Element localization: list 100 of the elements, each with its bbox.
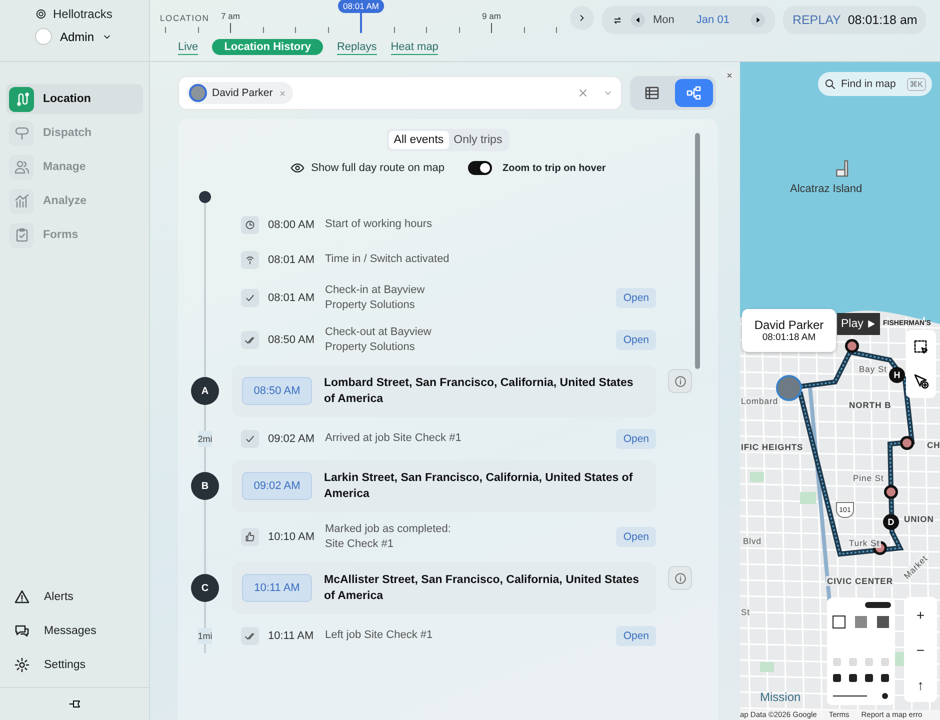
park-area (750, 472, 764, 482)
stop-card[interactable]: 10:11 AM McAllister Street, San Francisco, California, United States of America (232, 562, 656, 614)
people-filter-field[interactable]: David Parker (178, 76, 622, 110)
map-place-label: Lombard (740, 396, 780, 406)
event-time: 08:00 AM (268, 218, 316, 230)
scrollbar[interactable] (695, 133, 700, 369)
tree-icon (686, 85, 702, 101)
next-day-button[interactable] (751, 13, 766, 27)
nav-item[interactable]: Messages (14, 619, 149, 643)
select-area-button[interactable] (913, 339, 929, 355)
triangle-right-icon (754, 16, 762, 24)
map-search-field[interactable]: Find in map ⌘K (818, 72, 932, 96)
hour-label: 9 am (482, 11, 501, 21)
search-icon (824, 78, 836, 90)
nav-item[interactable]: Settings (14, 653, 149, 677)
check-icon (244, 292, 256, 304)
map-control-button[interactable]: ↑ (904, 667, 937, 702)
nav-item[interactable]: Alerts (14, 585, 149, 609)
timeline-scale[interactable]: LOCATION 7 am 08:01 AM 9 am (160, 0, 560, 36)
zoom-toggle[interactable] (468, 161, 492, 175)
map-place-label: IFIC HEIGHTS (740, 442, 804, 452)
event-time: 08:01 AM (268, 254, 316, 266)
map-place-label: Alcatraz Island (790, 183, 862, 195)
map[interactable] (740, 62, 940, 720)
filter-option[interactable]: Only trips (448, 131, 508, 149)
replay-time: 08:01:18 am (848, 13, 918, 27)
open-button[interactable]: Open (616, 330, 656, 350)
view-tab[interactable]: Live (178, 40, 198, 54)
stop-pin[interactable] (845, 339, 859, 353)
event-description: Start of working hours (325, 217, 432, 232)
signal-icon (244, 254, 256, 266)
stop-address: Larkin Street, San Francisco, California, United States of America (324, 471, 634, 502)
event-description: Marked job as completed: Site Check #1 (325, 522, 452, 552)
open-button[interactable]: Open (616, 288, 656, 308)
stop-marker: C (191, 574, 219, 602)
open-button[interactable]: Open (616, 428, 656, 448)
map-control-button[interactable]: − (904, 632, 937, 667)
open-button[interactable]: Open (616, 527, 656, 547)
layer-picker-drawing[interactable] (827, 598, 895, 705)
person-name: David Parker (212, 87, 273, 99)
date[interactable]: Jan 01 (696, 14, 730, 26)
park-area (760, 662, 774, 672)
popup-name: David Parker (754, 318, 824, 332)
stop-address: McAllister Street, San Francisco, California, United States of America (324, 573, 640, 604)
add-point-button[interactable] (913, 373, 929, 389)
map-place-label: NORTH B (848, 400, 892, 410)
stop-address: Lombard Street, San Francisco, California, United States of America (324, 376, 634, 407)
clear-button[interactable] (577, 87, 589, 99)
shortcut-hint: ⌘K (906, 78, 926, 90)
clock-icon (244, 218, 256, 230)
clipboard-icon (14, 227, 30, 243)
map-place-label: Pine St (852, 473, 885, 483)
event-description: Left job Site Check #1 (325, 628, 433, 643)
view-tab[interactable]: Heat map (390, 40, 438, 54)
info-icon (674, 374, 686, 388)
nav-item[interactable]: Location (6, 84, 143, 114)
previous-day-button[interactable] (631, 13, 645, 27)
close-panel-button[interactable] (722, 68, 736, 82)
close-icon (577, 87, 589, 99)
double-check-icon (244, 334, 256, 346)
filter-option[interactable]: All events (388, 131, 449, 149)
event-time: 08:50 AM (268, 334, 316, 346)
map-control-button[interactable]: + (904, 597, 937, 632)
repeat-icon (612, 14, 623, 26)
info-button[interactable] (668, 369, 692, 393)
start-dot (199, 191, 211, 203)
stop-card[interactable]: 08:50 AM Lombard Street, San Francisco, California, United States of America (232, 365, 656, 417)
event-time: 10:11 AM (268, 630, 315, 642)
stop-time: 09:02 AM (242, 472, 312, 500)
map-place-label: UNION (903, 514, 935, 524)
stop-pin[interactable] (900, 436, 914, 450)
stop-card[interactable]: 09:02 AM Larkin Street, San Francisco, California, United States of America (232, 460, 656, 512)
show-route-label[interactable]: Show full day route on map (311, 162, 444, 174)
brand-name: Hellotracks (53, 7, 112, 21)
weekday: Mon (653, 14, 674, 26)
people-icon (14, 159, 30, 175)
account-menu[interactable]: Admin (35, 28, 112, 45)
timeline-label: LOCATION (160, 13, 210, 23)
cursor-plus-icon (913, 373, 929, 389)
eye-icon (290, 161, 306, 175)
stop-pin[interactable] (884, 485, 898, 499)
person-chip[interactable]: David Parker (187, 82, 293, 104)
map-place-label: Turk St (848, 538, 881, 548)
info-button[interactable] (668, 566, 692, 590)
map-place-label: Blvd (742, 536, 763, 546)
collapse-sidebar-button[interactable] (66, 698, 82, 710)
event-time: 10:10 AM (268, 531, 316, 543)
stop-marker: B (191, 472, 219, 500)
open-button[interactable]: Open (616, 626, 656, 646)
close-icon (724, 70, 734, 80)
event-description: Time in / Switch activated (325, 252, 450, 267)
chart-icon (14, 193, 30, 209)
view-tab[interactable]: Replays (336, 40, 377, 54)
warning-icon (14, 589, 30, 605)
tree-view-button[interactable] (675, 79, 713, 107)
stop-marker: A (191, 377, 219, 405)
event-time: 08:01 AM (268, 292, 316, 304)
chat-icon (14, 623, 30, 639)
map-place-label: CIVIC CENTER (826, 576, 894, 586)
play-button[interactable]: Play (837, 313, 880, 335)
